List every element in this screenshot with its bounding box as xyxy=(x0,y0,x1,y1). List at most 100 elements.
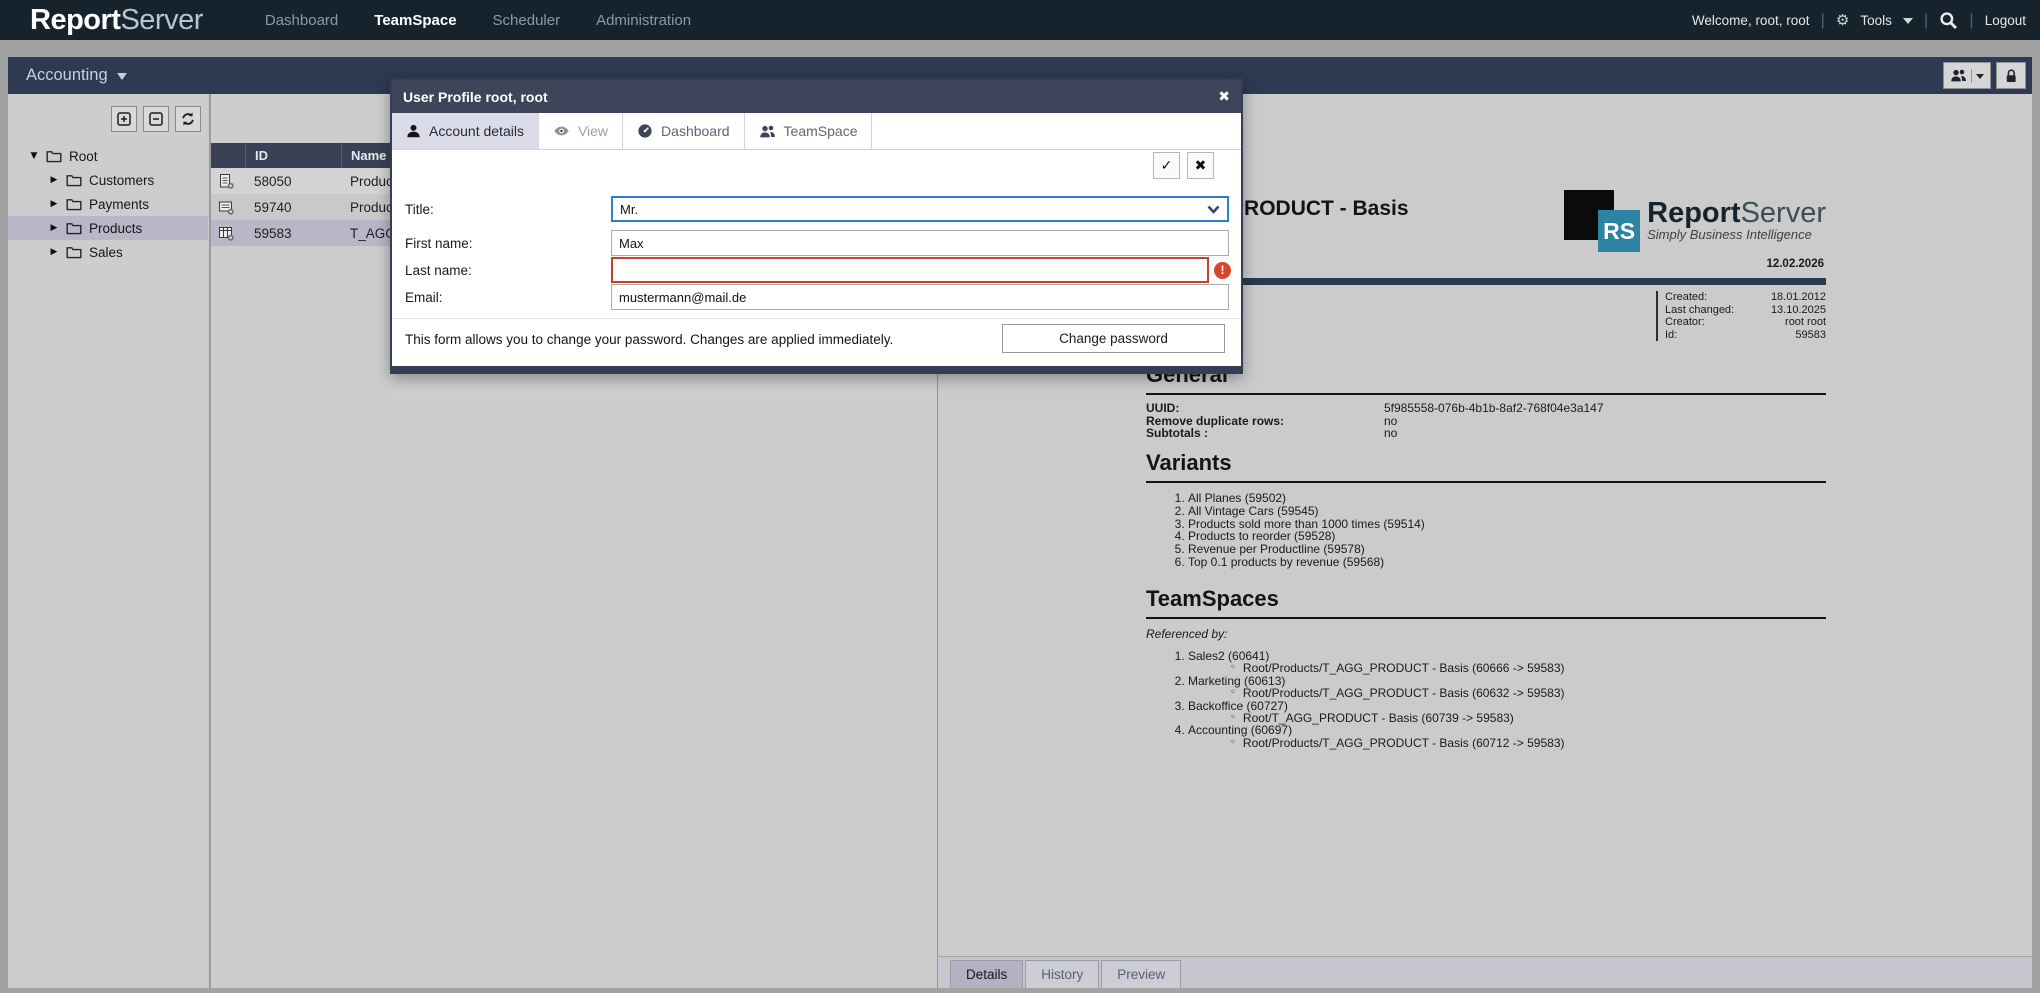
tree-node-payments[interactable]: ▶ Payments xyxy=(8,192,208,216)
logo-rs-square: RS xyxy=(1598,210,1640,252)
tab-view[interactable]: View xyxy=(539,113,623,149)
dialog-tabbar: Account details View Dashboard xyxy=(392,113,1241,150)
first-name-field[interactable] xyxy=(611,230,1229,256)
section-teamspaces: TeamSpaces Referenced by: Sales2 (60641)… xyxy=(1146,586,1826,749)
tab-teamspace[interactable]: TeamSpace xyxy=(745,113,873,149)
dialog-actions: ✓ ✖ xyxy=(1153,152,1214,179)
report-info-box: Created:18.01.2012 Last changed:13.10.20… xyxy=(1656,291,1826,341)
divider: | xyxy=(1969,10,1973,30)
tree-node-root[interactable]: ▼ Root xyxy=(8,144,208,168)
email-field[interactable] xyxy=(611,284,1229,310)
first-name-label: First name: xyxy=(405,236,611,251)
logo-name-light: Server xyxy=(1741,197,1826,229)
chevron-down-icon xyxy=(1976,74,1984,83)
navbar-right: Welcome, root, root | ⚙ Tools | | Logout xyxy=(1692,10,2026,30)
nav-item-administration[interactable]: Administration xyxy=(596,12,691,29)
tab-label: TeamSpace xyxy=(784,123,858,139)
catalog-tree-panel: ▼ Root ▶ Customers ▶ Payments ▶ Prod xyxy=(8,94,210,988)
variant-item: Top 0.1 products by revenue (59568) xyxy=(1188,556,1826,569)
info-label: Last changed: xyxy=(1665,304,1734,317)
expand-all-icon xyxy=(116,111,132,127)
members-button[interactable] xyxy=(1943,62,1991,89)
teamspace-ref: Root/Products/T_AGG_PRODUCT - Basis (607… xyxy=(1243,737,1565,749)
tree-toolbar xyxy=(111,106,201,132)
refresh-button[interactable] xyxy=(175,106,201,132)
tree-node-label: Products xyxy=(89,221,142,236)
tab-account-details[interactable]: Account details xyxy=(392,113,539,149)
tree-node-products[interactable]: ▶ Products xyxy=(8,216,208,240)
nav-item-dashboard[interactable]: Dashboard xyxy=(265,12,338,29)
welcome-text: Welcome, root, root xyxy=(1692,13,1810,28)
close-icon[interactable]: ✖ xyxy=(1218,89,1230,105)
dialog-titlebar[interactable]: User Profile root, root ✖ xyxy=(392,80,1241,113)
users-icon xyxy=(1950,68,1967,83)
kv-label: Subtotals : xyxy=(1146,427,1384,440)
permissions-button[interactable] xyxy=(1996,62,2026,89)
apply-button[interactable]: ✓ xyxy=(1153,152,1180,179)
teamspace-title: Accounting xyxy=(26,66,108,85)
title-select[interactable]: Mr. xyxy=(611,196,1229,222)
change-password-button[interactable]: Change password xyxy=(1002,324,1225,353)
logout-link[interactable]: Logout xyxy=(1985,13,2026,28)
tree-node-customers[interactable]: ▶ Customers xyxy=(8,168,208,192)
tab-dashboard[interactable]: Dashboard xyxy=(623,113,745,149)
cell-id: 58050 xyxy=(245,174,341,189)
users-icon xyxy=(759,124,776,139)
logo-text: ReportServer Simply Business Intelligenc… xyxy=(1647,198,1826,242)
reportserver-logo: RS ReportServer Simply Business Intellig… xyxy=(1564,190,1826,252)
collapse-all-button[interactable] xyxy=(143,106,169,132)
folder-icon xyxy=(66,173,82,187)
logo-bold: Report xyxy=(30,4,120,36)
gear-icon: ⚙ xyxy=(1836,11,1849,29)
tree-collapsed-icon[interactable]: ▶ xyxy=(46,223,62,233)
search-icon[interactable] xyxy=(1939,11,1958,30)
logo-light: Server xyxy=(120,4,202,36)
chevron-down-icon[interactable] xyxy=(1903,18,1913,29)
folder-icon xyxy=(66,197,82,211)
divider xyxy=(392,318,1241,319)
referenced-by-label: Referenced by: xyxy=(1146,627,1826,641)
variant-item: All Vintage Cars (59545) xyxy=(1188,505,1826,518)
last-name-field[interactable] xyxy=(611,257,1209,283)
icon-column-header xyxy=(211,143,245,168)
kv-label: UUID: xyxy=(1146,402,1384,415)
folder-icon xyxy=(46,149,62,163)
tree-collapsed-icon[interactable]: ▶ xyxy=(46,247,62,257)
validation-error-icon: ! xyxy=(1214,262,1231,279)
logo-tagline: Simply Business Intelligence xyxy=(1647,227,1826,242)
section-heading: Variants xyxy=(1146,450,1826,483)
lock-icon xyxy=(2003,68,2019,84)
tree-collapsed-icon[interactable]: ▶ xyxy=(46,175,62,185)
logo-name-bold: Report xyxy=(1647,197,1740,229)
expand-all-button[interactable] xyxy=(111,106,137,132)
cancel-button[interactable]: ✖ xyxy=(1187,152,1214,179)
teamspace-selector[interactable]: Accounting xyxy=(26,66,127,85)
info-label: Created: xyxy=(1665,291,1707,304)
kv-value: no xyxy=(1384,427,1397,440)
tab-preview[interactable]: Preview xyxy=(1101,960,1181,988)
tree-expanded-icon[interactable]: ▼ xyxy=(26,151,42,161)
nav-item-teamspace[interactable]: TeamSpace xyxy=(374,12,456,29)
id-column-header[interactable]: ID xyxy=(245,143,341,168)
nav-item-scheduler[interactable]: Scheduler xyxy=(493,12,561,29)
tree-collapsed-icon[interactable]: ▶ xyxy=(46,199,62,209)
tree-node-sales[interactable]: ▶ Sales xyxy=(8,240,208,264)
divider: | xyxy=(1924,10,1928,30)
refresh-icon xyxy=(180,111,196,127)
tools-menu[interactable]: Tools xyxy=(1860,13,1892,28)
user-profile-dialog: User Profile root, root ✖ Account detail… xyxy=(390,78,1243,374)
tab-history[interactable]: History xyxy=(1025,960,1099,988)
app-logo: ReportServer xyxy=(30,4,203,37)
divider xyxy=(1971,69,1972,83)
variant-item: All Planes (59502) xyxy=(1188,492,1826,505)
tab-details[interactable]: Details xyxy=(950,960,1023,988)
tree-node-label: Payments xyxy=(89,197,149,212)
dynamic-list-icon xyxy=(218,199,235,216)
chevron-down-icon xyxy=(117,73,127,85)
eye-icon xyxy=(553,123,570,139)
folder-icon xyxy=(66,245,82,259)
section-general: General UUID:5f985558-076b-4b1b-8af2-768… xyxy=(1146,362,1826,440)
folder-icon xyxy=(66,221,82,235)
teamspace-header-buttons xyxy=(1943,62,2026,89)
table-report-icon xyxy=(218,225,235,242)
